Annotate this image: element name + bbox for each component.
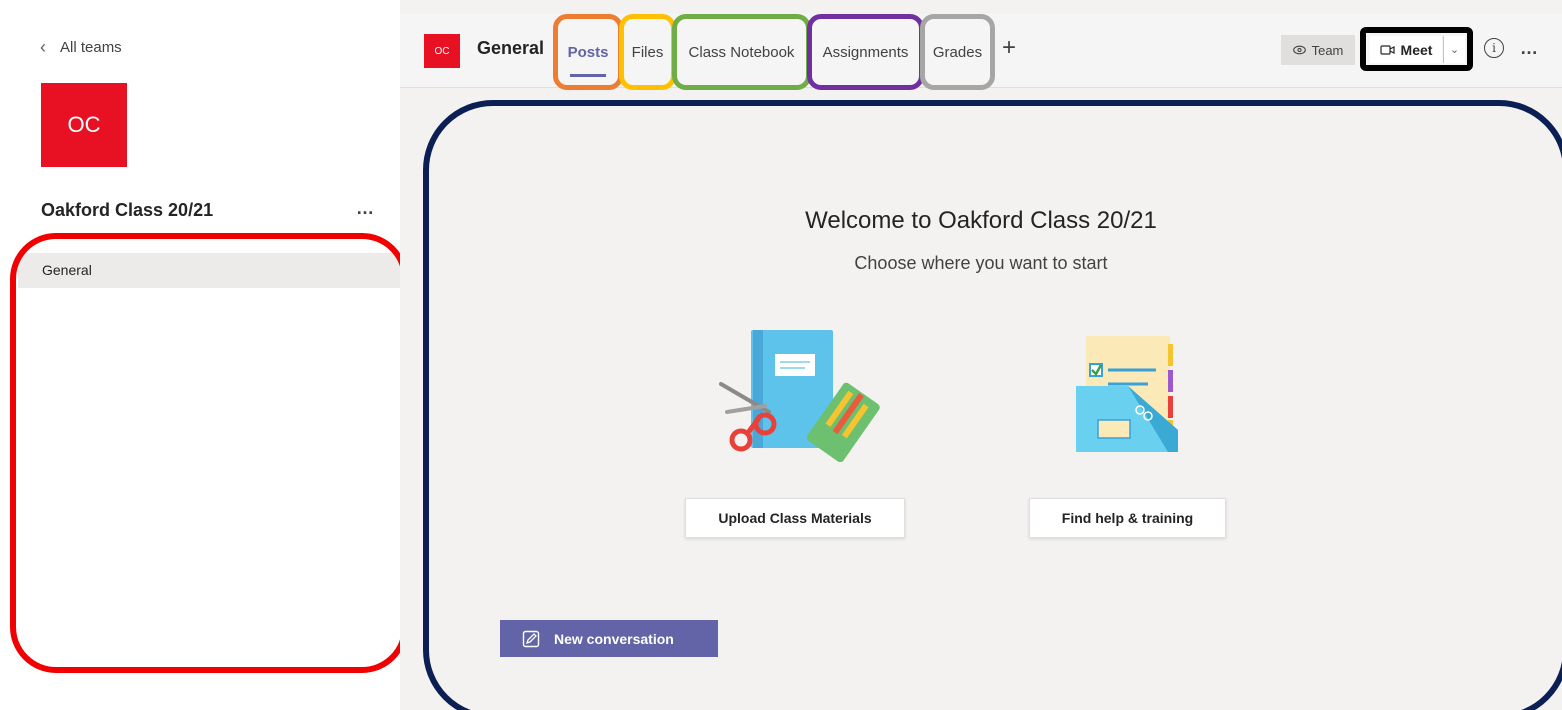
- channel-label: General: [42, 262, 92, 278]
- team-more-options-icon[interactable]: …: [356, 198, 375, 219]
- tab-assignments-label: Assignments: [822, 43, 909, 61]
- info-icon[interactable]: i: [1484, 38, 1504, 58]
- all-teams-link[interactable]: ‹ All teams: [40, 38, 122, 56]
- meet-label: Meet: [1400, 41, 1433, 58]
- all-teams-label: All teams: [60, 38, 122, 56]
- class-materials-illustration: [719, 330, 880, 462]
- more-options-icon[interactable]: …: [1520, 38, 1539, 59]
- team-avatar: OC: [41, 83, 127, 167]
- help-training-illustration: [1076, 336, 1178, 452]
- team-view-label: Team: [1311, 42, 1344, 58]
- channel-title: General: [477, 38, 545, 58]
- tab-assignments[interactable]: Assignments: [807, 14, 924, 90]
- chevron-left-icon: ‹: [40, 37, 46, 57]
- channel-item-general[interactable]: General: [18, 253, 400, 288]
- find-help-training-button[interactable]: Find help & training: [1029, 498, 1226, 538]
- add-tab-icon[interactable]: +: [1002, 36, 1016, 60]
- channel-content-area: [400, 0, 1562, 710]
- upload-class-materials-button[interactable]: Upload Class Materials: [685, 498, 905, 538]
- channel-avatar: OC: [424, 34, 460, 68]
- compose-icon: [522, 630, 540, 647]
- team-name: Oakford Class 20/21: [41, 200, 214, 220]
- tab-files-label: Files: [631, 43, 664, 61]
- welcome-title: Welcome to Oakford Class 20/21: [805, 207, 1157, 234]
- meet-button[interactable]: Meet: [1370, 36, 1442, 63]
- eye-icon: [1292, 45, 1306, 55]
- video-camera-icon: [1379, 44, 1395, 55]
- new-conversation-label: New conversation: [554, 630, 674, 647]
- team-view-button[interactable]: Team: [1281, 35, 1355, 65]
- welcome-subtitle: Choose where you want to start: [854, 253, 1108, 273]
- tab-class-notebook-label: Class Notebook: [688, 43, 795, 61]
- new-conversation-button[interactable]: New conversation: [500, 620, 718, 657]
- tab-grades[interactable]: Grades: [920, 14, 995, 90]
- tab-posts-label: Posts: [567, 43, 609, 61]
- tab-posts[interactable]: Posts: [553, 14, 623, 90]
- meet-dropdown-chevron-icon[interactable]: ⌄: [1443, 36, 1465, 63]
- tab-files[interactable]: Files: [619, 14, 676, 90]
- tab-class-notebook[interactable]: Class Notebook: [672, 14, 811, 90]
- tab-grades-label: Grades: [932, 43, 983, 61]
